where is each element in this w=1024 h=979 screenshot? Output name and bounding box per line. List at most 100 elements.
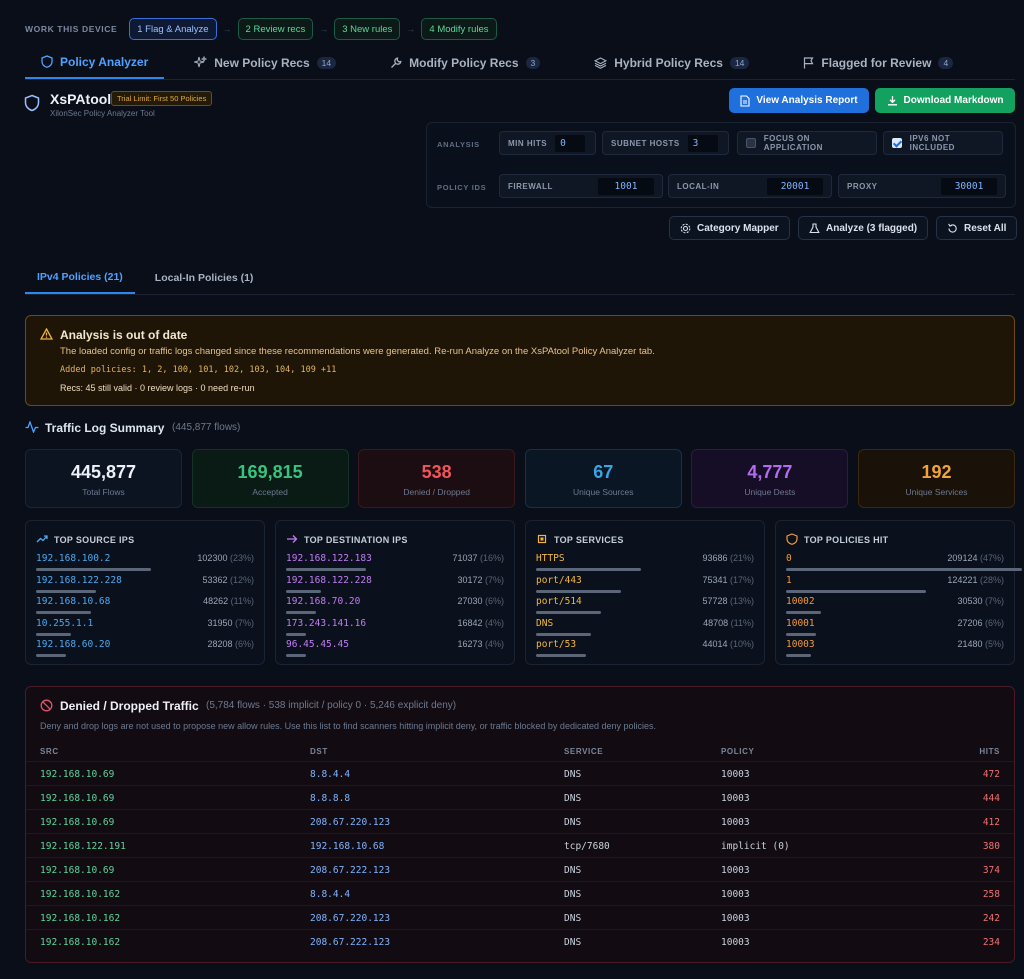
tab-modify-policy-recs[interactable]: Modify Policy Recs 3	[374, 46, 556, 79]
row-key: HTTPS	[536, 553, 565, 564]
top-list-row[interactable]: 192.168.122.228 53362 (12%)	[36, 575, 254, 597]
subnet-hosts-field[interactable]: SUBNET HOSTS 3	[602, 131, 729, 155]
top-list-row[interactable]: 173.243.141.16 16842 (4%)	[286, 618, 504, 640]
cell-src: 192.168.10.162	[40, 913, 121, 924]
top-list-row[interactable]: 96.45.45.45 16273 (4%)	[286, 639, 504, 661]
tab-ipv4-policies[interactable]: IPv4 Policies (21)	[25, 262, 135, 294]
localin-id-input[interactable]: 20001	[767, 177, 823, 195]
analyze-button[interactable]: Analyze (3 flagged)	[798, 216, 929, 240]
app-title: XsPAtool	[50, 91, 112, 107]
stat-card: 192 Unique Services	[858, 449, 1015, 508]
shield-icon	[786, 533, 798, 547]
table-row[interactable]: 192.168.10.162 208.67.220.123 DNS 10003 242	[26, 905, 1014, 929]
proxy-id-input[interactable]: 30001	[941, 177, 997, 195]
top-list-row[interactable]: 192.168.70.20 27030 (6%)	[286, 596, 504, 618]
shield-icon	[41, 55, 53, 68]
top-list-row[interactable]: 10003 21480 (5%)	[786, 639, 1004, 661]
row-percent: (23%)	[229, 553, 254, 563]
row-key: 10002	[786, 596, 815, 607]
localin-id-field[interactable]: LOCAL-IN 20001	[668, 174, 832, 198]
firewall-id-input[interactable]: 1001	[598, 177, 654, 195]
flask-icon	[809, 222, 820, 233]
row-count: 44014 (10%)	[702, 639, 754, 649]
min-hits-input[interactable]: 0	[555, 134, 586, 152]
cell-policy: 10003	[721, 865, 750, 876]
stat-label: Unique Dests	[744, 487, 796, 497]
view-analysis-report-button[interactable]: View Analysis Report	[729, 88, 869, 113]
cell-dst: 8.8.4.4	[310, 769, 351, 780]
top-list-row[interactable]: 192.168.60.20 28208 (6%)	[36, 639, 254, 661]
proxy-id-field[interactable]: PROXY 30001	[838, 174, 1006, 198]
row-count: 209124 (47%)	[947, 553, 1004, 563]
top-list-row[interactable]: port/53 44014 (10%)	[536, 639, 754, 661]
table-row[interactable]: 192.168.10.69 208.67.222.123 DNS 10003 374	[26, 857, 1014, 881]
workflow-step-flag[interactable]: 1 Flag & Analyze	[129, 18, 217, 40]
focus-application-toggle[interactable]: FOCUS ON APPLICATION	[737, 131, 877, 155]
top-list-row[interactable]: 192.168.100.2 102300 (23%)	[36, 553, 254, 575]
table-row[interactable]: 192.168.10.69 208.67.220.123 DNS 10003 412	[26, 809, 1014, 833]
row-count-value: 44014	[702, 639, 728, 649]
top-list-row[interactable]: 10.255.1.1 31950 (7%)	[36, 618, 254, 640]
row-key: 192.168.70.20	[286, 596, 361, 607]
tab-local-in-policies[interactable]: Local-In Policies (1)	[143, 262, 266, 294]
stat-card: 169,815 Accepted	[191, 449, 349, 508]
table-row[interactable]: 192.168.122.191 192.168.10.68 tcp/7680 impl…	[26, 833, 1014, 857]
top-list-row[interactable]: port/514 57728 (13%)	[536, 596, 754, 618]
tab-new-policy-recs[interactable]: New Policy Recs 14	[178, 46, 352, 79]
table-row[interactable]: 192.168.10.162 8.8.4.4 DNS 10003 258	[26, 881, 1014, 905]
table-row[interactable]: 192.168.10.162 208.67.222.123 DNS 10003 234	[26, 929, 1014, 953]
row-count: 30530 (7%)	[957, 596, 1004, 606]
top-list-row[interactable]: 192.168.122.183 71037 (16%)	[286, 553, 504, 575]
workflow-step-review[interactable]: 2 Review recs	[237, 18, 314, 40]
download-markdown-button[interactable]: Download Markdown	[875, 88, 1015, 113]
row-count-value: 53362	[202, 574, 228, 585]
top-list-row[interactable]: 1 124221 (28%)	[786, 575, 1004, 597]
ipv6-toggle[interactable]: IPV6 NOT INCLUDED	[883, 131, 1003, 155]
focus-checkbox[interactable]	[746, 138, 756, 148]
reset-all-button[interactable]: Reset All	[936, 216, 1018, 240]
top-list-row[interactable]: 10002 30530 (7%)	[786, 596, 1004, 618]
workflow-step-modify-rules[interactable]: 4 Modify rules	[421, 18, 497, 40]
subnet-hosts-input[interactable]: 3	[687, 134, 718, 152]
row-bar	[286, 632, 307, 636]
cell-hits: 412	[982, 817, 1000, 828]
table-row[interactable]: 192.168.10.69 8.8.4.4 DNS 10003 472	[26, 761, 1014, 785]
row-count: 16273 (4%)	[457, 639, 504, 649]
cell-service: DNS	[564, 889, 582, 900]
top-list-row[interactable]: DNS 48708 (11%)	[536, 618, 754, 640]
top-list-row[interactable]: 10001 27206 (6%)	[786, 618, 1004, 640]
row-count-value: 16273	[457, 639, 483, 649]
top-list-row[interactable]: 0 209124 (47%)	[786, 553, 1022, 575]
row-key: 10001	[786, 617, 815, 629]
tab-flagged-for-review[interactable]: Flagged for Review 4	[787, 46, 969, 79]
cell-hits: 472	[982, 769, 1000, 780]
cell-dst: 8.8.8.8	[310, 793, 351, 804]
denied-traffic-panel: Denied / Dropped Traffic (5,784 flows · …	[25, 686, 1015, 963]
min-hits-field[interactable]: MIN HITS 0	[499, 131, 596, 155]
button-label: View Analysis Report	[756, 95, 858, 106]
row-percent: (5%)	[984, 639, 1004, 649]
denied-subtitle: (5,784 flows · 538 implicit / policy 0 ·…	[206, 700, 457, 711]
button-label: Download Markdown	[903, 95, 1004, 106]
row-count: 71037 (16%)	[452, 553, 504, 563]
tab-policy-analyzer[interactable]: Policy Analyzer	[25, 46, 165, 79]
top-list-row[interactable]: 192.168.10.68 48262 (11%)	[36, 596, 254, 618]
stat-value: 538	[421, 462, 452, 482]
row-count-value: 27030	[457, 596, 483, 606]
top-list-row[interactable]: port/443 75341 (17%)	[536, 575, 754, 597]
top-list-row[interactable]: HTTPS 93686 (21%)	[536, 553, 754, 575]
row-count-value: 28208	[207, 639, 233, 649]
cell-service: DNS	[564, 793, 582, 804]
tab-count-badge: 4	[938, 56, 954, 69]
firewall-id-field[interactable]: FIREWALL 1001	[499, 174, 663, 198]
tab-hybrid-policy-recs[interactable]: Hybrid Policy Recs 14	[578, 46, 765, 79]
row-count: 53362 (12%)	[202, 575, 254, 585]
ipv6-checkbox[interactable]	[892, 138, 902, 148]
category-mapper-button[interactable]: Category Mapper	[669, 216, 790, 240]
top-list-row[interactable]: 192.168.122.228 30172 (7%)	[286, 575, 504, 597]
table-row[interactable]: 192.168.10.69 8.8.8.8 DNS 10003 444	[26, 785, 1014, 809]
workflow-step-new-rules[interactable]: 3 New rules	[334, 18, 401, 40]
top-list-header: TOP DESTINATION IPS	[286, 533, 408, 547]
document-icon	[740, 94, 750, 107]
row-key: port/514	[536, 596, 582, 607]
